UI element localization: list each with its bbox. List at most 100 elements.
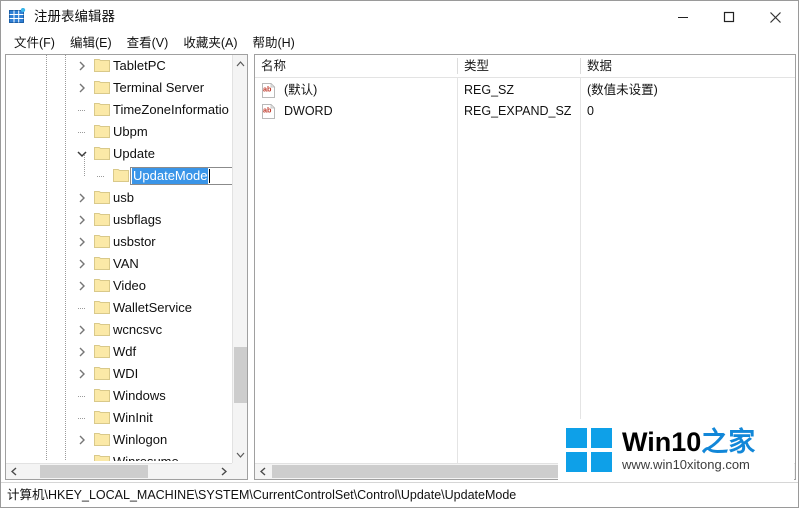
cell-type: REG_SZ [464, 83, 515, 97]
menu-favorites[interactable]: 收藏夹(A) [176, 34, 245, 53]
column-header-data[interactable]: 数据 [581, 55, 781, 77]
watermark-overlay: Win10之家 www.win10xitong.com [558, 419, 794, 481]
column-header-type[interactable]: 类型 [458, 55, 580, 77]
tree-guide-stub [97, 176, 105, 177]
menu-file[interactable]: 文件(F) [7, 34, 63, 53]
tree-guide-stub [78, 132, 86, 133]
folder-icon [94, 257, 110, 270]
chevron-down-icon[interactable] [74, 143, 90, 165]
tree-guide-stub [78, 418, 86, 419]
folder-icon [94, 411, 110, 424]
tree-guide-stub [78, 308, 86, 309]
folder-icon [94, 279, 110, 292]
chevron-right-icon[interactable] [74, 231, 90, 253]
scroll-left-icon[interactable] [6, 464, 22, 479]
title-bar: 注册表编辑器 [1, 1, 798, 33]
registry-value-list[interactable]: 名称 类型 数据 ab (默认) REG_SZ (数值未设置) ab DWORD… [254, 54, 796, 480]
chevron-right-icon[interactable] [74, 55, 90, 77]
tree-item-label: usb [113, 190, 134, 205]
table-row[interactable]: ab (默认) REG_SZ (数值未设置) [255, 80, 795, 101]
registry-key-tree[interactable]: TabletPC Terminal Server TimeZoneInformati… [5, 54, 248, 480]
tree-item-winresume[interactable]: Winresume [6, 451, 232, 461]
tree-item-label: WalletService [113, 300, 192, 315]
cell-type: REG_EXPAND_SZ [464, 104, 572, 118]
chevron-right-icon[interactable] [74, 319, 90, 341]
chevron-right-icon[interactable] [74, 187, 90, 209]
chevron-right-icon[interactable] [74, 253, 90, 275]
header-divider[interactable] [457, 58, 458, 74]
minimize-button[interactable] [660, 1, 706, 33]
column-header-name[interactable]: 名称 [255, 55, 457, 77]
tree-item-usbstor[interactable]: usbstor [6, 231, 232, 253]
tree-guide-stub [78, 110, 86, 111]
tree-item-update[interactable]: Update [6, 143, 232, 165]
close-button[interactable] [752, 1, 798, 33]
chevron-right-icon[interactable] [74, 363, 90, 385]
tree-item-timezoneinformatio[interactable]: TimeZoneInformatio [6, 99, 232, 121]
header-divider[interactable] [580, 58, 581, 74]
tree-item-label: Video [113, 278, 147, 293]
chevron-right-icon[interactable] [74, 429, 90, 451]
tree-item-label: TimeZoneInformatio [113, 102, 229, 117]
scroll-up-icon[interactable] [233, 55, 247, 72]
folder-icon [94, 345, 110, 358]
tree-scrollbar-thumb[interactable] [234, 347, 247, 403]
window-controls [660, 1, 798, 33]
menu-help[interactable]: 帮助(H) [245, 34, 302, 53]
folder-icon [94, 147, 110, 160]
folder-icon [94, 213, 110, 226]
scroll-down-icon[interactable] [233, 446, 247, 463]
chevron-right-icon[interactable] [74, 275, 90, 297]
scroll-right-icon[interactable] [216, 464, 232, 479]
rename-key-input[interactable]: UpdateMode [130, 167, 232, 185]
registry-icon [9, 7, 26, 25]
chevron-right-icon[interactable] [74, 209, 90, 231]
tree-item-label: Wdf [113, 344, 137, 359]
registry-path: 计算机\HKEY_LOCAL_MACHINE\SYSTEM\CurrentCon… [7, 488, 517, 502]
menu-bar: 文件(F) 编辑(E) 查看(V) 收藏夹(A) 帮助(H) [1, 33, 798, 54]
tree-item-wcncsvc[interactable]: wcncsvc [6, 319, 232, 341]
tree-item-wdi[interactable]: WDI [6, 363, 232, 385]
tree-item-windows[interactable]: Windows [6, 385, 232, 407]
watermark-title-blue: 之家 [701, 427, 756, 457]
editor-panes: TabletPC Terminal Server TimeZoneInformati… [1, 54, 798, 482]
menu-edit[interactable]: 编辑(E) [63, 34, 120, 53]
tree-item-usbflags[interactable]: usbflags [6, 209, 232, 231]
tree-item-label: Winlogon [113, 432, 168, 447]
folder-icon [94, 235, 110, 248]
cell-name: DWORD [284, 104, 333, 118]
tree-item-video[interactable]: Video [6, 275, 232, 297]
tree-item-label: Winresume [113, 451, 179, 461]
tree-item-van[interactable]: VAN [6, 253, 232, 275]
tree-item-usb[interactable]: usb [6, 187, 232, 209]
cell-data: 0 [587, 104, 594, 118]
folder-icon [94, 389, 110, 402]
status-bar: 计算机\HKEY_LOCAL_MACHINE\SYSTEM\CurrentCon… [1, 482, 798, 507]
tree-item-updatemode[interactable]: UpdateMode [6, 165, 232, 187]
cell-name: (默认) [284, 83, 318, 97]
tree-item-walletservice[interactable]: WalletService [6, 297, 232, 319]
tree-hscrollbar-thumb[interactable] [40, 465, 148, 478]
watermark-text: Win10之家 www.win10xitong.com [622, 427, 755, 473]
menu-view[interactable]: 查看(V) [120, 34, 177, 53]
tree-item-winlogon[interactable]: Winlogon [6, 429, 232, 451]
folder-icon [113, 169, 129, 182]
tree-vertical-scrollbar[interactable] [232, 55, 247, 463]
scroll-left-icon[interactable] [255, 464, 271, 479]
window-title: 注册表编辑器 [34, 9, 115, 24]
folder-icon [94, 81, 110, 94]
tree-item-wininit[interactable]: WinInit [6, 407, 232, 429]
folder-icon [94, 103, 110, 116]
cell-data: (数值未设置) [587, 83, 658, 97]
tree-item-label: Ubpm [113, 124, 148, 139]
tree-item-ubpm[interactable]: Ubpm [6, 121, 232, 143]
table-row[interactable]: ab DWORD REG_EXPAND_SZ 0 [255, 101, 795, 122]
tree-item-wdf[interactable]: Wdf [6, 341, 232, 363]
tree-item-tabletpc[interactable]: TabletPC [6, 55, 232, 77]
chevron-right-icon[interactable] [74, 77, 90, 99]
maximize-button[interactable] [706, 1, 752, 33]
chevron-right-icon[interactable] [74, 341, 90, 363]
watermark-url: www.win10xitong.com [622, 457, 750, 472]
tree-horizontal-scrollbar[interactable] [6, 463, 232, 479]
tree-item-terminal-server[interactable]: Terminal Server [6, 77, 232, 99]
